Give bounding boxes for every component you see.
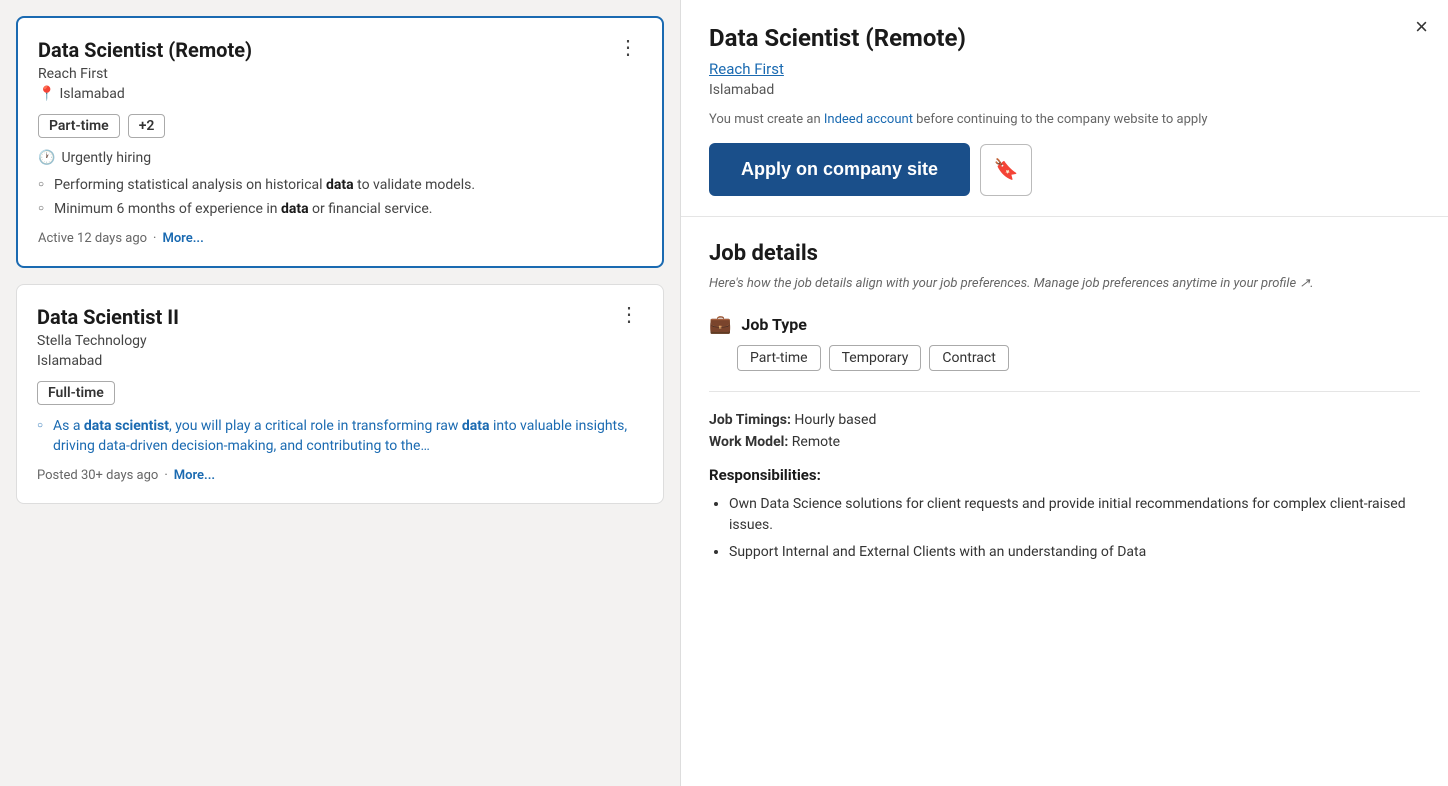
card-1-active-date: Active 12 days ago xyxy=(38,231,147,246)
clock-icon: 🕐 xyxy=(38,150,55,166)
responsibilities-title: Responsibilities: xyxy=(709,466,1420,484)
right-location: Islamabad xyxy=(709,82,1420,98)
card-1-company: Reach First xyxy=(38,66,252,82)
location-icon-1: 📍 xyxy=(38,86,55,102)
card-2-bullet-1: As a data scientist, you will play a cri… xyxy=(37,417,643,456)
job-type-tag-parttime: Part-time xyxy=(737,345,821,371)
card-2-location: Islamabad xyxy=(37,353,102,369)
card-1-bullet-2: Minimum 6 months of experience in data o… xyxy=(38,200,642,220)
card-1-tag-more: +2 xyxy=(128,114,166,138)
card-2-posted-date: Posted 30+ days ago xyxy=(37,468,158,483)
card-1-tags: Part-time +2 xyxy=(38,114,642,138)
job-timings-label: Job Timings: xyxy=(709,412,791,428)
card-2-header: Data Scientist II Stella Technology Isla… xyxy=(37,305,643,381)
separator-2: · xyxy=(164,468,167,483)
apply-button[interactable]: Apply on company site xyxy=(709,143,970,196)
job-type-heading: Job Type xyxy=(741,315,807,334)
card-1-urgent: 🕐 Urgently hiring xyxy=(38,150,642,166)
profile-link[interactable]: profile ↗ xyxy=(1261,276,1310,291)
job-type-tag-temporary: Temporary xyxy=(829,345,922,371)
job-card-1[interactable]: Data Scientist (Remote) Reach First 📍 Is… xyxy=(16,16,664,268)
separator-1: · xyxy=(153,231,156,246)
right-content: Job details Here's how the job details a… xyxy=(681,217,1448,786)
card-1-header: Data Scientist (Remote) Reach First 📍 Is… xyxy=(38,38,642,114)
right-job-title: Data Scientist (Remote) xyxy=(709,24,1420,52)
card-1-more-link[interactable]: More... xyxy=(162,231,203,246)
card-2-location-row: Islamabad xyxy=(37,353,179,369)
card-2-bullets: As a data scientist, you will play a cri… xyxy=(37,417,643,456)
close-button[interactable]: × xyxy=(1415,16,1428,38)
resp-item-2: Support Internal and External Clients wi… xyxy=(729,542,1420,563)
card-1-bullets: Performing statistical analysis on histo… xyxy=(38,176,642,219)
card-1-title-block: Data Scientist (Remote) Reach First 📍 Is… xyxy=(38,38,252,114)
work-model-value: Remote xyxy=(792,434,840,450)
card-2-menu-button[interactable]: ⋮ xyxy=(615,305,643,325)
job-type-tags: Part-time Temporary Contract xyxy=(737,345,1420,371)
card-2-more-link[interactable]: More... xyxy=(174,468,215,483)
save-button[interactable]: 🔖 xyxy=(980,144,1032,196)
responsibilities-list: Own Data Science solutions for client re… xyxy=(709,494,1420,563)
card-1-location: Islamabad xyxy=(59,86,124,102)
card-1-title: Data Scientist (Remote) xyxy=(38,38,252,62)
alert-text: You must create an Indeed account before… xyxy=(709,112,1420,127)
briefcase-icon: 💼 xyxy=(709,314,731,335)
indeed-account-link[interactable]: Indeed account xyxy=(824,112,913,127)
work-model-row: Work Model: Remote xyxy=(709,434,1420,450)
job-timings-value: Hourly based xyxy=(794,412,876,428)
job-details-title: Job details xyxy=(709,241,1420,266)
card-2-footer: Posted 30+ days ago · More... xyxy=(37,468,643,483)
job-type-tag-contract: Contract xyxy=(929,345,1008,371)
right-header: × Data Scientist (Remote) Reach First Is… xyxy=(681,0,1448,217)
card-2-title-block: Data Scientist II Stella Technology Isla… xyxy=(37,305,179,381)
work-model-label: Work Model: xyxy=(709,434,788,450)
job-card-2[interactable]: Data Scientist II Stella Technology Isla… xyxy=(16,284,664,504)
job-list-panel: Data Scientist (Remote) Reach First 📍 Is… xyxy=(0,0,680,786)
job-detail-panel: × Data Scientist (Remote) Reach First Is… xyxy=(680,0,1448,786)
card-2-company: Stella Technology xyxy=(37,333,179,349)
card-2-bullet-1-bold: data scientist xyxy=(84,418,169,434)
job-type-section: 💼 Job Type Part-time Temporary Contract xyxy=(709,314,1420,392)
action-row: Apply on company site 🔖 xyxy=(709,143,1420,196)
card-2-tags: Full-time xyxy=(37,381,643,405)
bookmark-icon: 🔖 xyxy=(994,157,1019,182)
card-1-footer: Active 12 days ago · More... xyxy=(38,231,642,246)
card-1-bullet-2-bold: data xyxy=(281,201,309,217)
job-details-subtitle: Here's how the job details align with yo… xyxy=(709,274,1420,294)
card-1-bullet-1: Performing statistical analysis on histo… xyxy=(38,176,642,196)
resp-item-1: Own Data Science solutions for client re… xyxy=(729,494,1420,536)
right-company-link[interactable]: Reach First xyxy=(709,60,1420,78)
card-1-bullet-1-bold: data xyxy=(326,177,354,193)
card-1-menu-button[interactable]: ⋮ xyxy=(614,38,642,58)
card-2-title: Data Scientist II xyxy=(37,305,179,329)
card-2-tag-fulltime: Full-time xyxy=(37,381,115,405)
card-2-bullet-1-bold2: data xyxy=(462,418,490,434)
job-timings-row: Job Timings: Hourly based xyxy=(709,412,1420,428)
card-1-urgent-text: Urgently hiring xyxy=(61,150,151,166)
job-type-label: 💼 Job Type xyxy=(709,314,1420,335)
card-1-location-row: 📍 Islamabad xyxy=(38,86,252,102)
card-1-tag-parttime: Part-time xyxy=(38,114,120,138)
